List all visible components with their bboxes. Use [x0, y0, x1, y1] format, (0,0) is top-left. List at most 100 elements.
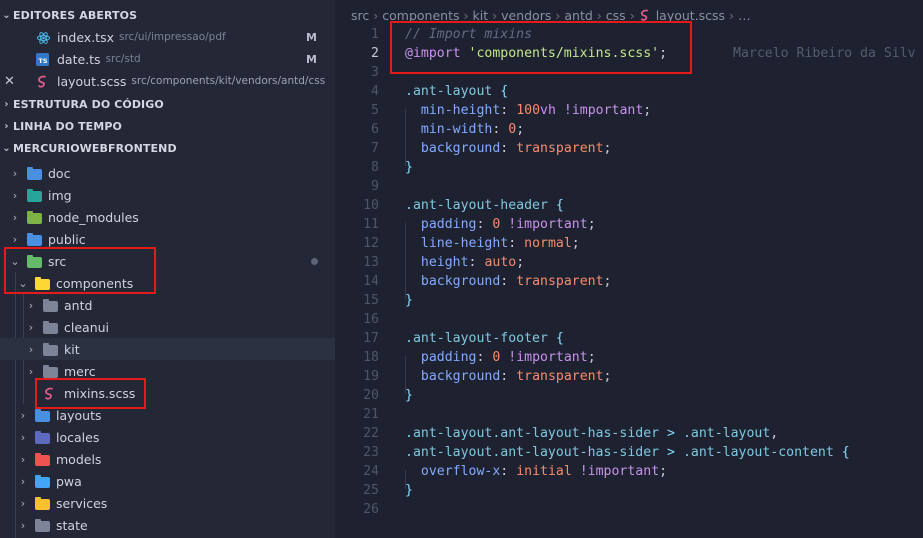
- code-line[interactable]: 5 min-height: 100vh !important;: [335, 103, 923, 122]
- code-line[interactable]: 16: [335, 312, 923, 331]
- chevron-right-icon: ›: [12, 210, 18, 224]
- open-editor-item-active[interactable]: ✕ layout.scss src/components/kit/vendors…: [0, 70, 335, 92]
- line-number: 14: [363, 274, 379, 289]
- code-line[interactable]: 25}: [335, 483, 923, 502]
- code-text: }: [405, 388, 413, 403]
- open-editor-item[interactable]: index.tsx src/ui/impressao/pdf M: [0, 26, 335, 48]
- chevron-down-icon: ⌄: [10, 254, 20, 268]
- tree-folder-services[interactable]: › services: [0, 492, 335, 514]
- code-line[interactable]: 21: [335, 407, 923, 426]
- project-header[interactable]: ⌄ MERCURIOWEBFRONTEND: [0, 137, 335, 159]
- tree-file-mixins[interactable]: mixins.scss: [0, 382, 335, 404]
- chevron-right-icon: ›: [28, 320, 34, 334]
- close-icon[interactable]: ✕: [0, 74, 19, 89]
- code-line[interactable]: 26: [335, 502, 923, 521]
- line-number: 11: [363, 217, 379, 232]
- tree-folder-node-modules[interactable]: › node_modules: [0, 206, 335, 228]
- line-number: 12: [363, 236, 379, 251]
- breadcrumb-item[interactable]: vendors: [501, 8, 551, 23]
- open-editors-header[interactable]: ⌄ EDITORES ABERTOS: [0, 4, 335, 26]
- code-line[interactable]: 19 background: transparent;: [335, 369, 923, 388]
- folder-icon: [35, 474, 50, 488]
- line-number: 17: [363, 331, 379, 346]
- tree-folder-img[interactable]: › img: [0, 184, 335, 206]
- timeline-header[interactable]: › LINHA DO TEMPO: [0, 115, 335, 137]
- tree-folder-antd[interactable]: › antd: [0, 294, 335, 316]
- code-line[interactable]: 20}: [335, 388, 923, 407]
- breadcrumb-item[interactable]: css: [606, 8, 626, 23]
- code-line[interactable]: 3: [335, 65, 923, 84]
- breadcrumb-item[interactable]: kit: [472, 8, 488, 23]
- code-line[interactable]: 15}: [335, 293, 923, 312]
- tree-folder-public[interactable]: › public: [0, 228, 335, 250]
- tree-folder-cleanui[interactable]: › cleanui: [0, 316, 335, 338]
- folder-icon: [35, 518, 50, 532]
- chevron-right-icon: ›: [463, 7, 469, 23]
- code-text: background: transparent;: [420, 369, 612, 384]
- tree-folder-components[interactable]: ⌄ components: [0, 272, 335, 294]
- tree-folder-kit[interactable]: › kit: [0, 338, 335, 360]
- line-number: 26: [363, 502, 379, 517]
- explorer-sidebar: ⌄ EDITORES ABERTOS index.tsx src/ui/impr…: [0, 0, 335, 538]
- chevron-right-icon: ›: [729, 7, 735, 23]
- tree-folder-src[interactable]: ⌄ src: [0, 250, 335, 272]
- code-line[interactable]: 7 background: transparent;: [335, 141, 923, 160]
- tree-folder-state[interactable]: › state: [0, 514, 335, 536]
- line-number: 2: [371, 46, 379, 61]
- line-number: 18: [363, 350, 379, 365]
- chevron-right-icon: ›: [12, 166, 18, 180]
- svg-text:TS: TS: [38, 57, 47, 65]
- code-line[interactable]: 12 line-height: normal;: [335, 236, 923, 255]
- folder-icon: [27, 188, 42, 202]
- breadcrumb-item[interactable]: …: [738, 8, 751, 23]
- code-line[interactable]: 23 .ant-layout.ant-layout-has-sider > .an…: [335, 445, 923, 464]
- code-line[interactable]: 8}: [335, 160, 923, 179]
- code-line[interactable]: 18 padding: 0 !important;: [335, 350, 923, 369]
- code-line[interactable]: 1 // Import mixins: [335, 27, 923, 46]
- line-number: 22: [363, 426, 379, 441]
- code-text: line-height: normal;: [420, 236, 580, 251]
- code-text: }: [405, 293, 413, 308]
- breadcrumb-item[interactable]: layout.scss: [656, 8, 725, 23]
- breadcrumb-item[interactable]: antd: [564, 8, 592, 23]
- chevron-down-icon: ⌄: [2, 9, 11, 21]
- folder-icon: [35, 452, 50, 466]
- code-line[interactable]: 6 min-width: 0;: [335, 122, 923, 141]
- line-number: 13: [363, 255, 379, 270]
- outline-header[interactable]: › ESTRUTURA DO CÓDIGO: [0, 93, 335, 115]
- chevron-right-icon: ›: [28, 298, 34, 312]
- modified-dot: [311, 258, 318, 265]
- chevron-right-icon: ›: [20, 518, 26, 532]
- chevron-right-icon: ›: [4, 120, 9, 132]
- code-line[interactable]: 2 @import 'components/mixins.scss'; Marcel…: [335, 46, 923, 65]
- code-line[interactable]: 9: [335, 179, 923, 198]
- code-line[interactable]: 13 height: auto;: [335, 255, 923, 274]
- code-editor[interactable]: src › components › kit › vendors › antd › css…: [335, 0, 923, 538]
- code-line[interactable]: 14 background: transparent;: [335, 274, 923, 293]
- code-text: background: transparent;: [420, 141, 612, 156]
- code-text: @import 'components/mixins.scss';: [405, 46, 668, 61]
- line-number: 6: [371, 122, 379, 137]
- line-number: 5: [371, 103, 379, 118]
- open-editor-item[interactable]: TS date.ts src/std M: [0, 48, 335, 70]
- line-number: 25: [363, 483, 379, 498]
- breadcrumb-item[interactable]: components: [382, 8, 459, 23]
- line-number: 24: [363, 464, 379, 479]
- tree-folder-doc[interactable]: › doc: [0, 162, 335, 184]
- tree-folder-locales[interactable]: › locales: [0, 426, 335, 448]
- tree-folder-models[interactable]: › models: [0, 448, 335, 470]
- folder-icon: [35, 408, 50, 422]
- line-number: 1: [371, 27, 379, 42]
- code-line[interactable]: 17 .ant-layout-footer {: [335, 331, 923, 350]
- code-line[interactable]: 10 .ant-layout-header {: [335, 198, 923, 217]
- code-text: .ant-layout-footer {: [405, 331, 564, 346]
- code-line[interactable]: 11 padding: 0 !important;: [335, 217, 923, 236]
- tree-folder-merc[interactable]: › merc: [0, 360, 335, 382]
- code-line[interactable]: 24 overflow-x: initial !important;: [335, 464, 923, 483]
- code-line[interactable]: 4 .ant-layout {: [335, 84, 923, 103]
- code-text: overflow-x: initial !important;: [420, 464, 668, 479]
- tree-folder-layouts[interactable]: › layouts: [0, 404, 335, 426]
- breadcrumb-item[interactable]: src: [351, 8, 369, 23]
- tree-folder-pwa[interactable]: › pwa: [0, 470, 335, 492]
- code-line[interactable]: 22 .ant-layout.ant-layout-has-sider > .an…: [335, 426, 923, 445]
